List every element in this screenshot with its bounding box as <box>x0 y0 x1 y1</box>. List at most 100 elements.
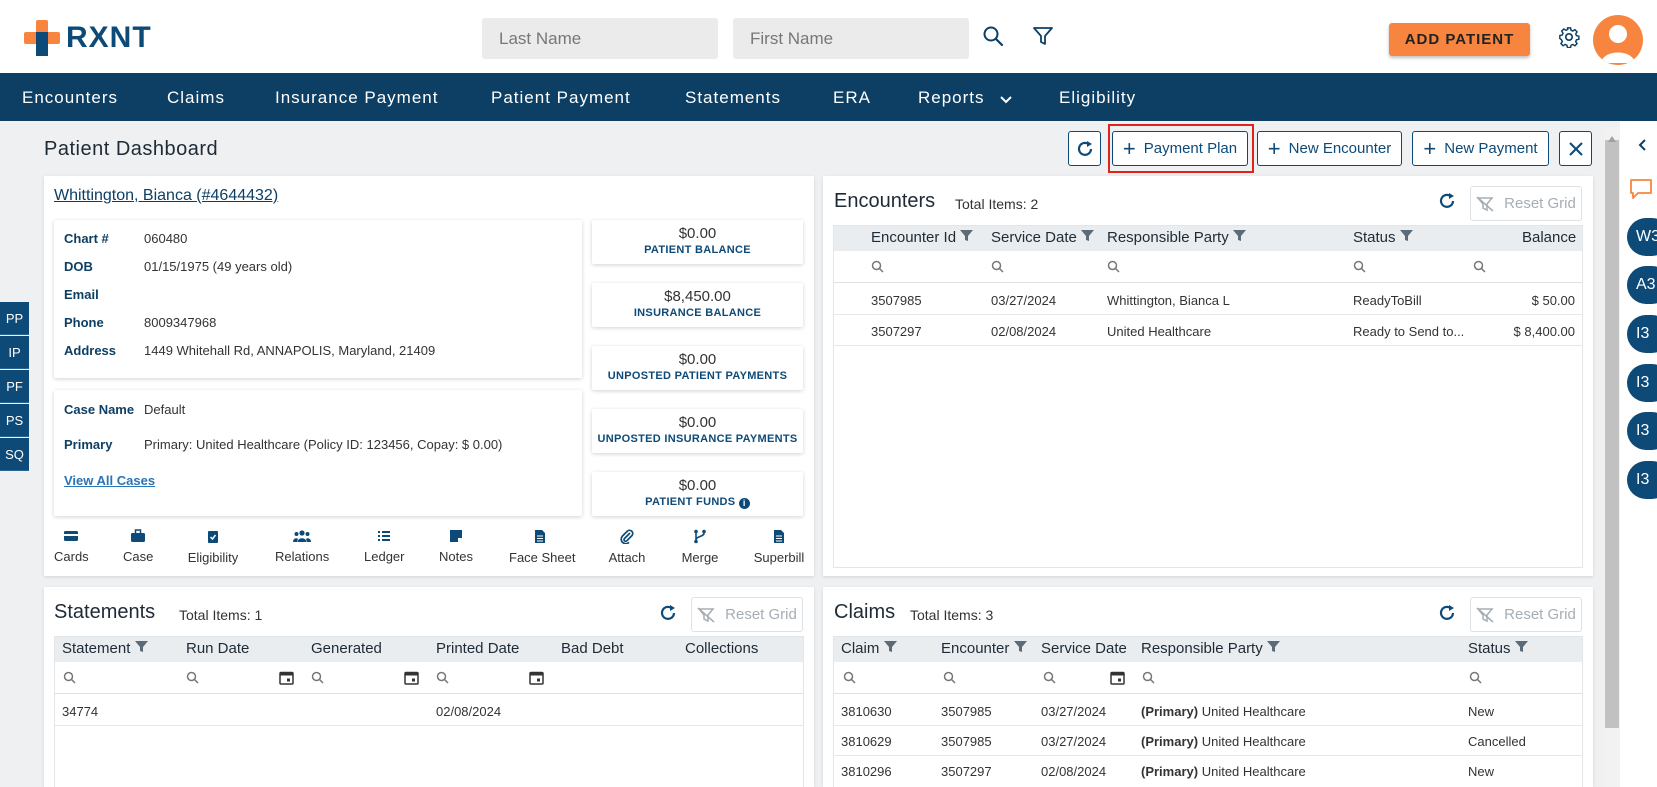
claim-cell[interactable]: 3810629 <box>841 734 892 749</box>
encounter-header[interactable]: Encounter <box>941 640 1027 657</box>
nav-claims[interactable]: Claims <box>167 88 225 108</box>
collections-header[interactable]: Collections <box>685 640 758 657</box>
claims-reset-grid-button[interactable]: Reset Grid <box>1470 597 1582 632</box>
claim-header[interactable]: Claim <box>841 640 897 657</box>
new-encounter-button[interactable]: + New Encounter <box>1257 131 1402 166</box>
vertical-scrollbar-thumb[interactable] <box>1605 140 1619 728</box>
search-icon[interactable] <box>1107 260 1120 273</box>
statement-cell[interactable]: 34774 <box>62 704 98 719</box>
calendar-icon[interactable] <box>279 670 294 685</box>
nav-reports[interactable]: Reports <box>918 88 985 108</box>
search-icon[interactable] <box>63 671 76 684</box>
rail-item[interactable]: I3 <box>1627 412 1657 450</box>
service-date-cell[interactable]: 03/27/2024 <box>991 293 1056 308</box>
printed-date-header[interactable]: Printed Date <box>436 640 519 657</box>
first-name-input[interactable] <box>733 18 969 59</box>
encounter-cell[interactable]: 3507985 <box>941 734 992 749</box>
search-icon[interactable] <box>186 671 199 684</box>
responsible-party-header[interactable]: Responsible Party <box>1141 640 1280 657</box>
refresh-icon[interactable] <box>1437 191 1457 216</box>
superbill-action[interactable]: Superbill <box>753 529 805 565</box>
view-all-cases-link[interactable]: View All Cases <box>64 473 155 488</box>
search-icon[interactable] <box>871 260 884 273</box>
bad-debt-header[interactable]: Bad Debt <box>561 640 624 657</box>
generated-header[interactable]: Generated <box>311 640 382 657</box>
face-sheet-action[interactable]: Face Sheet <box>509 529 576 565</box>
balance-header[interactable]: Balance <box>1522 229 1576 246</box>
side-tab-pf[interactable]: PF <box>0 370 29 403</box>
statements-reset-grid-button[interactable]: Reset Grid <box>691 597 803 632</box>
relations-action[interactable]: Relations <box>275 529 329 564</box>
user-avatar[interactable] <box>1593 15 1643 65</box>
statement-header[interactable]: Statement <box>62 640 148 657</box>
side-tab-ip[interactable]: IP <box>0 336 29 369</box>
calendar-icon[interactable] <box>1110 670 1125 685</box>
filter-icon[interactable] <box>1032 25 1056 49</box>
responsible-party-header[interactable]: Responsible Party <box>1107 229 1246 246</box>
search-icon[interactable] <box>943 671 956 684</box>
search-icon[interactable] <box>436 671 449 684</box>
eligibility-action[interactable]: Eligibility <box>187 529 239 565</box>
refresh-icon[interactable] <box>1437 603 1457 628</box>
add-patient-button[interactable]: ADD PATIENT <box>1389 23 1530 56</box>
refresh-icon[interactable] <box>658 603 678 628</box>
nav-statements[interactable]: Statements <box>685 88 781 108</box>
encounter-id-cell[interactable]: 3507985 <box>871 293 922 308</box>
search-icon[interactable] <box>1469 671 1482 684</box>
claim-cell[interactable]: 3810296 <box>841 764 892 779</box>
gear-icon[interactable] <box>1558 26 1582 50</box>
calendar-icon[interactable] <box>529 670 544 685</box>
rail-item[interactable]: I3 <box>1627 315 1657 353</box>
service-date-header[interactable]: Service Date <box>1041 640 1127 657</box>
nav-encounters[interactable]: Encounters <box>22 88 118 108</box>
case-action[interactable]: Case <box>123 529 153 564</box>
notes-action[interactable]: Notes <box>439 529 473 564</box>
rxnt-logo[interactable]: RXNT <box>24 20 152 56</box>
new-payment-button[interactable]: + New Payment <box>1412 131 1549 166</box>
nav-eligibility[interactable]: Eligibility <box>1059 88 1136 108</box>
rail-item[interactable]: W3 <box>1627 218 1657 256</box>
info-icon[interactable]: i <box>738 498 750 509</box>
merge-action[interactable]: Merge <box>681 529 719 565</box>
run-date-header[interactable]: Run Date <box>186 640 249 657</box>
status-header[interactable]: Status <box>1353 229 1413 246</box>
search-icon[interactable] <box>311 671 324 684</box>
service-date-header[interactable]: Service Date <box>991 229 1095 246</box>
scroll-up-arrow-icon[interactable] <box>1608 129 1616 147</box>
encounter-cell[interactable]: 3507297 <box>941 764 992 779</box>
encounter-cell[interactable]: 3507985 <box>941 704 992 719</box>
encounter-id-cell[interactable]: 3507297 <box>871 324 922 339</box>
search-icon[interactable] <box>1043 671 1056 684</box>
search-icon[interactable] <box>982 25 1006 49</box>
search-icon[interactable] <box>991 260 1004 273</box>
search-icon[interactable] <box>1353 260 1366 273</box>
ledger-action[interactable]: Ledger <box>364 529 404 564</box>
encounter-id-header[interactable]: Encounter Id <box>871 229 974 246</box>
nav-era[interactable]: ERA <box>833 88 871 108</box>
close-button[interactable] <box>1559 131 1592 166</box>
patient-name-link[interactable]: Whittington, Bianca (#4644432) <box>54 187 278 205</box>
side-tab-ps[interactable]: PS <box>0 404 29 437</box>
rail-item[interactable]: I3 <box>1627 461 1657 499</box>
nav-insurance-payment[interactable]: Insurance Payment <box>275 88 438 108</box>
rail-item[interactable]: I3 <box>1627 364 1657 402</box>
encounters-reset-grid-button[interactable]: Reset Grid <box>1470 186 1582 221</box>
nav-patient-payment[interactable]: Patient Payment <box>491 88 631 108</box>
side-tab-sq[interactable]: SQ <box>0 438 29 471</box>
chat-icon[interactable] <box>1629 178 1653 205</box>
search-icon[interactable] <box>843 671 856 684</box>
attach-action[interactable]: Attach <box>607 529 647 565</box>
status-header[interactable]: Status <box>1468 640 1528 657</box>
rail-item[interactable]: A3 <box>1627 266 1657 304</box>
last-name-input[interactable] <box>482 18 718 59</box>
refresh-button[interactable] <box>1068 131 1101 166</box>
chevron-down-icon[interactable] <box>999 90 1013 110</box>
service-date-cell[interactable]: 02/08/2024 <box>991 324 1056 339</box>
side-tab-pp[interactable]: PP <box>0 302 29 335</box>
search-icon[interactable] <box>1473 260 1486 273</box>
claim-cell[interactable]: 3810630 <box>841 704 892 719</box>
cards-action[interactable]: Cards <box>54 529 89 564</box>
calendar-icon[interactable] <box>404 670 419 685</box>
search-icon[interactable] <box>1142 671 1155 684</box>
chevron-left-icon[interactable] <box>1637 138 1647 157</box>
